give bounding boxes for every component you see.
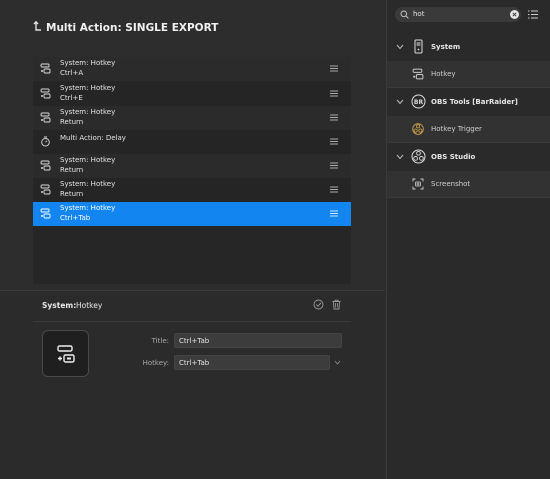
chevron-down-icon[interactable] [334, 360, 341, 365]
drag-handle-icon[interactable] [330, 186, 338, 193]
action-row[interactable]: System: Hotkey Ctrl+A [33, 57, 351, 81]
timer-icon [41, 136, 50, 147]
inspector-action-name: Hotkey [76, 301, 103, 310]
title-label: Title: [151, 337, 169, 345]
hotkey-icon [40, 112, 51, 123]
chevron-down-icon [396, 99, 404, 105]
drag-handle-icon[interactable] [330, 65, 338, 72]
category-obs-tools[interactable]: BR OBS Tools [BarRaider] [387, 89, 550, 115]
search-input[interactable]: hot [395, 7, 521, 22]
chevron-down-icon [396, 44, 404, 50]
action-row-selected[interactable]: System: Hotkey Ctrl+Tab [33, 202, 351, 226]
category-system[interactable]: System [387, 34, 550, 60]
action-label: System: Hotkey Ctrl+Tab [60, 204, 116, 222]
multi-action-editor: Multi Action: SINGLE EXPORT System: Hotk… [0, 0, 385, 479]
back-arrow-icon[interactable] [33, 21, 43, 35]
editor-header: Multi Action: SINGLE EXPORT [0, 0, 385, 57]
divider [387, 197, 550, 198]
hotkey-icon [412, 68, 424, 80]
action-row[interactable]: System: Hotkey Return [33, 106, 351, 130]
category-label: OBS Tools [BarRaider] [431, 98, 518, 106]
action-row[interactable]: System: Hotkey Ctrl+E [33, 82, 351, 106]
screenshot-icon [412, 178, 424, 190]
action-label: System: Hotkey Return [60, 180, 116, 198]
library-item-hotkey[interactable]: Hotkey [387, 61, 550, 87]
category-label: OBS Studio [431, 153, 476, 161]
hotkey-icon [40, 63, 51, 74]
divider [33, 321, 351, 322]
divider [387, 142, 550, 143]
svg-text:BR: BR [414, 99, 424, 106]
drag-handle-icon[interactable] [330, 162, 338, 169]
action-row[interactable]: System: Hotkey Return [33, 178, 351, 202]
hotkey-label: Hotkey: [142, 359, 169, 367]
title-field[interactable]: Ctrl+Tab [174, 333, 342, 348]
clear-icon[interactable] [510, 10, 519, 19]
search-text: hot [413, 10, 425, 18]
obs-icon [412, 123, 424, 135]
hotkey-icon [57, 345, 75, 363]
key-preview[interactable] [42, 330, 89, 377]
hotkey-icon [40, 88, 51, 99]
action-label: System: Hotkey Ctrl+A [60, 59, 116, 77]
hotkey-icon [40, 160, 51, 171]
trash-icon[interactable] [331, 299, 342, 310]
action-label: System: Hotkey Return [60, 108, 116, 126]
hotkey-icon [40, 208, 51, 219]
page-title: Multi Action: SINGLE EXPORT [46, 22, 219, 34]
barraider-icon: BR [411, 94, 426, 109]
drag-handle-icon[interactable] [330, 138, 338, 145]
action-list: System: Hotkey Ctrl+A System: Hotkey Ctrl+… [33, 57, 351, 284]
drag-handle-icon[interactable] [330, 114, 338, 121]
category-obs-studio[interactable]: OBS Studio [387, 144, 550, 170]
library-item-label: Screenshot [431, 180, 471, 188]
property-inspector: System: Hotkey Title: Ctrl+Tab Hotkey: C… [0, 291, 385, 479]
action-row[interactable]: Multi Action: Delay [33, 130, 351, 154]
category-label: System [431, 43, 461, 51]
list-view-icon[interactable] [528, 10, 538, 19]
chevron-down-icon [396, 154, 404, 160]
divider [387, 87, 550, 88]
library-item-label: Hotkey Trigger [431, 125, 482, 133]
library-item-screenshot[interactable]: Screenshot [387, 171, 550, 197]
action-label: System: Hotkey Ctrl+E [60, 84, 116, 102]
search-icon [400, 10, 409, 19]
drag-handle-icon[interactable] [330, 210, 338, 217]
library-item-label: Hotkey [431, 70, 456, 78]
library-item-hotkey-trigger[interactable]: Hotkey Trigger [387, 116, 550, 142]
obs-icon [411, 149, 426, 164]
inspector-category: System: [42, 301, 77, 310]
check-icon[interactable] [313, 299, 324, 310]
system-icon [414, 39, 423, 54]
action-label: System: Hotkey Return [60, 156, 116, 174]
actions-library-panel: hot System Hotkey BR OBS Tools [BarRaide… [386, 0, 550, 479]
hotkey-icon [40, 184, 51, 195]
action-label: Multi Action: Delay [60, 134, 126, 142]
hotkey-field[interactable]: Ctrl+Tab [174, 355, 330, 370]
drag-handle-icon[interactable] [330, 90, 338, 97]
action-row[interactable]: System: Hotkey Return [33, 154, 351, 178]
